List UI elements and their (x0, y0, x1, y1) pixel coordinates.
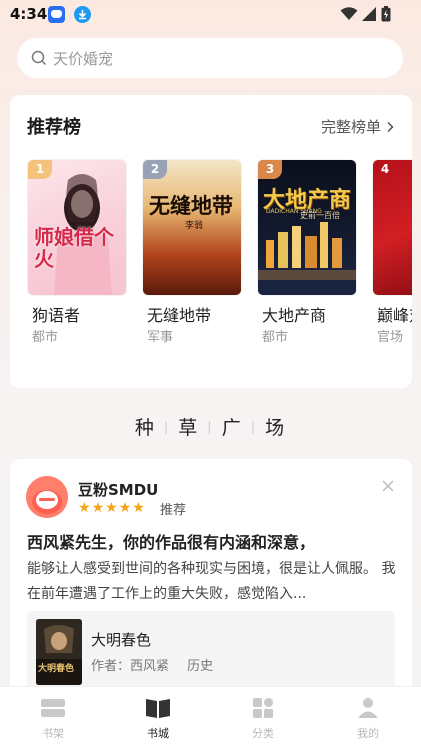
thumb-title: 大明春色 (38, 664, 75, 674)
battery-icon (381, 6, 391, 22)
cover-skyline (258, 222, 356, 295)
search-bar[interactable]: 天价婚宠 (17, 38, 403, 78)
cover-title: 师娘借个火 (34, 225, 114, 271)
category-grid-icon (253, 698, 273, 718)
book-name: 狗语者 (32, 306, 81, 325)
recommend-label: 推荐 (160, 503, 187, 518)
tab-mine[interactable]: 我的 (338, 697, 398, 741)
star-icon: ★ (105, 500, 118, 516)
review-card[interactable]: 豆粉SMDU ★ ★ ★ ★ ★ 推荐 西风紧先生，你的作品很有内涵和深意， 能… (10, 459, 412, 699)
full-ranking-label: 完整榜单 (320, 118, 381, 136)
tab-label: 书城 (147, 727, 169, 740)
star-icon: ★ (132, 500, 145, 516)
close-icon[interactable] (382, 477, 394, 496)
author-name: 西风紧 (130, 659, 170, 674)
book-cover: 2 无缝地带 李翁 (143, 160, 241, 295)
rank-badge: 2 (143, 160, 167, 179)
book-cover: 4 (373, 160, 412, 295)
ranking-card: 推荐榜 完整榜单 1 师娘借个火 狗语者 都市 2 无缝地带 李翁 无缝地带 军… (10, 95, 412, 388)
cover-title: 无缝地带 (149, 193, 233, 218)
person-icon (358, 698, 378, 718)
star-icon: ★ (91, 500, 105, 516)
book-ref-category: 历史 (187, 659, 214, 674)
book-category: 都市 (262, 330, 289, 345)
app-notification-icon (48, 6, 65, 23)
status-icons (340, 6, 391, 22)
book-category: 官场 (377, 330, 404, 345)
section-title-char: 广 (221, 417, 243, 439)
rating-stars: ★ ★ ★ ★ ★ (78, 501, 145, 515)
section-title-char: 场 (265, 417, 287, 439)
book-cover: 1 师娘借个火 (28, 160, 126, 295)
book-name: 无缝地带 (147, 306, 212, 325)
book-name: 巅峰对决 (377, 306, 412, 325)
chevron-right-icon (387, 121, 394, 132)
tab-label: 分类 (252, 727, 274, 740)
book-ref-meta: 作者：西风紧 历史 (91, 655, 213, 674)
full-ranking-link[interactable]: 完整榜单 (321, 116, 394, 137)
rank-badge: 4 (380, 162, 390, 176)
tab-bookshelf[interactable]: 书架 (23, 697, 83, 741)
status-time: 4:34 (10, 5, 48, 23)
wifi-icon (340, 7, 358, 20)
status-bar: 4:34 (0, 0, 421, 30)
tab-label: 我的 (357, 727, 379, 740)
signal-icon (362, 7, 376, 21)
review-title: 西风紧先生，你的作品很有内涵和深意， (27, 533, 316, 552)
user-name[interactable]: 豆粉SMDU (78, 479, 158, 500)
rank-badge: 3 (258, 160, 282, 179)
cover-author: 史前一百倍 (300, 211, 340, 220)
ranking-title: 推荐榜 (27, 117, 81, 138)
search-icon (31, 50, 47, 66)
referenced-book[interactable]: 大明春色 大明春色 作者：西风紧 历史 (27, 611, 395, 693)
book-category: 军事 (147, 330, 174, 345)
book-thumbnail: 大明春色 (36, 619, 82, 685)
rank-badge: 1 (28, 160, 52, 179)
section-title-char: 草 (178, 417, 200, 439)
tab-label: 书架 (42, 727, 64, 740)
book-open-icon (146, 699, 170, 718)
ranking-book-3[interactable]: 3 大地产商 DADICHAN SHANG 史前一百倍 大地产商 都市 (258, 160, 356, 345)
book-name: 大地产商 (262, 306, 327, 325)
ranking-book-1[interactable]: 1 师娘借个火 狗语者 都市 (28, 160, 126, 345)
ranking-book-2[interactable]: 2 无缝地带 李翁 无缝地带 军事 (143, 160, 241, 345)
bottom-tab-bar: 书架 书城 分类 我的 (0, 686, 421, 748)
avatar[interactable] (26, 476, 68, 518)
tab-bookstore[interactable]: 书城 (128, 697, 188, 741)
book-category: 都市 (32, 330, 59, 345)
section-title-char: 种 (134, 417, 156, 439)
cover-author: 李翁 (185, 221, 204, 231)
tab-category[interactable]: 分类 (233, 697, 293, 741)
section-title: 种 | 草 | 广 | 场 (134, 417, 287, 439)
search-placeholder: 天价婚宠 (53, 49, 114, 68)
book-cover: 3 大地产商 DADICHAN SHANG 史前一百倍 (258, 160, 356, 295)
ranking-book-4[interactable]: 4 巅峰对决 官场 (373, 160, 412, 345)
star-icon: ★ (78, 500, 91, 516)
author-label: 作者： (91, 659, 131, 674)
download-notification-icon (74, 6, 91, 23)
bookshelf-icon (41, 699, 65, 717)
star-icon: ★ (118, 500, 132, 516)
book-ref-name: 大明春色 (91, 631, 152, 649)
review-body: 能够让人感受到世间的各种现实与困境，很是让人佩服。 我在前年遭遇了工作上的重大失… (27, 561, 396, 602)
